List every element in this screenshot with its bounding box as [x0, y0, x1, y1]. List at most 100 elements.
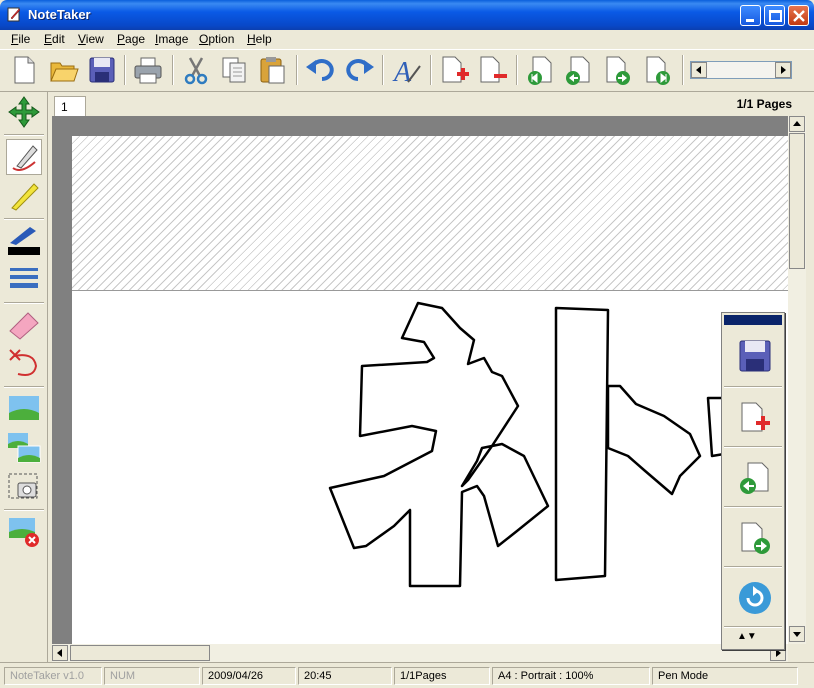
insert-image-icon — [9, 396, 39, 420]
floating-toolbar[interactable]: ▲▼ — [721, 312, 785, 650]
lasso-delete-icon — [9, 349, 38, 376]
previous-page-icon — [740, 462, 769, 494]
eraser-tool-button[interactable] — [6, 307, 42, 343]
vertical-scrollbar[interactable] — [788, 116, 806, 644]
menu-edit[interactable]: Edit — [44, 32, 65, 46]
new-file-icon — [14, 56, 35, 84]
save-button[interactable] — [86, 54, 118, 86]
line-width-button[interactable] — [6, 262, 42, 298]
last-page-icon — [646, 56, 670, 85]
menu-option[interactable]: Option — [199, 32, 234, 46]
scroll-left-button[interactable] — [691, 62, 707, 78]
handwritten-stroke — [328, 301, 728, 588]
scroll-right-button[interactable] — [775, 62, 791, 78]
screen-capture-icon — [8, 473, 38, 499]
vertical-scroll-thumb[interactable] — [789, 133, 805, 269]
first-page-button[interactable] — [524, 54, 556, 86]
menu-page[interactable]: Page — [117, 32, 145, 46]
undo-button[interactable] — [304, 54, 336, 86]
new-file-button[interactable] — [8, 54, 40, 86]
cut-icon — [184, 57, 208, 85]
canvas-area[interactable] — [52, 116, 788, 644]
status-bar: NoteTaker v1.0 NUM 2009/04/26 20:45 1/1P… — [0, 662, 814, 688]
print-icon — [134, 57, 162, 84]
move-tool-button[interactable] — [6, 94, 42, 130]
save-icon — [739, 340, 771, 372]
copy-button[interactable] — [218, 54, 250, 86]
image-list-button[interactable] — [6, 430, 42, 466]
brush-color-button[interactable] — [6, 223, 42, 259]
float-refresh-button[interactable] — [728, 571, 780, 623]
menu-image[interactable]: Image — [155, 32, 188, 46]
title-bar[interactable]: NoteTaker — [0, 0, 814, 30]
horizontal-scrollbar[interactable] — [52, 644, 788, 662]
menu-help[interactable]: Help — [247, 32, 272, 46]
refresh-icon — [739, 582, 771, 614]
window-title: NoteTaker — [28, 7, 91, 22]
move-icon — [8, 96, 40, 128]
delete-page-button[interactable] — [476, 54, 508, 86]
note-page[interactable] — [72, 136, 788, 644]
status-app-version: NoteTaker v1.0 — [4, 667, 102, 685]
copy-icon — [222, 57, 246, 83]
menu-bar: File Edit View Page Image Option Help — [0, 30, 814, 49]
next-page-icon — [606, 56, 630, 85]
next-page-button[interactable] — [602, 54, 634, 86]
font-button[interactable]: A — [390, 54, 422, 88]
toolbar: A — [0, 49, 814, 92]
highlighter-icon — [11, 183, 39, 211]
save-icon — [89, 57, 115, 83]
add-page-icon — [442, 56, 469, 83]
maximize-button[interactable] — [764, 5, 785, 26]
open-button[interactable] — [48, 54, 80, 86]
close-button[interactable] — [788, 5, 809, 26]
previous-page-icon — [566, 56, 590, 85]
menu-view[interactable]: View — [78, 32, 104, 46]
last-page-button[interactable] — [642, 54, 674, 86]
redo-icon — [346, 59, 374, 81]
paste-button[interactable] — [256, 54, 288, 86]
next-page-icon — [741, 522, 770, 554]
status-numlock: NUM — [104, 667, 200, 685]
highlighter-tool-button[interactable] — [6, 178, 42, 214]
scroll-up-button[interactable] — [789, 116, 805, 132]
horizontal-scroll-thumb[interactable] — [70, 645, 210, 661]
page-tab[interactable]: 1 — [54, 96, 86, 116]
image-list-icon — [8, 433, 41, 463]
delete-page-icon — [480, 56, 507, 83]
tool-panel — [0, 92, 48, 662]
screen-capture-button[interactable] — [6, 469, 42, 505]
scroll-left-button[interactable] — [52, 645, 68, 661]
notetaker-app-icon — [7, 7, 21, 22]
insert-image-button[interactable] — [6, 391, 42, 427]
cut-button[interactable] — [180, 54, 212, 86]
float-next-page-button[interactable] — [728, 511, 780, 563]
pen-tool-button[interactable] — [6, 139, 42, 175]
float-add-page-button[interactable] — [728, 391, 780, 443]
add-page-icon — [741, 402, 770, 432]
remove-image-icon — [9, 518, 39, 547]
redo-button[interactable] — [344, 54, 376, 86]
toolbar-scroller[interactable] — [690, 61, 792, 79]
previous-page-button[interactable] — [562, 54, 594, 86]
status-mode: Pen Mode — [652, 667, 798, 685]
float-collapse-arrows[interactable]: ▲▼ — [737, 631, 757, 642]
remove-image-button[interactable] — [6, 514, 42, 550]
float-save-button[interactable] — [728, 329, 780, 381]
status-time: 20:45 — [298, 667, 392, 685]
print-button[interactable] — [132, 54, 164, 86]
undo-icon — [306, 59, 334, 81]
eraser-icon — [9, 312, 39, 340]
font-icon: A — [392, 57, 421, 88]
minimize-button[interactable] — [740, 5, 761, 26]
status-date: 2009/04/26 — [202, 667, 296, 685]
menu-file[interactable]: File — [11, 32, 30, 46]
add-page-button[interactable] — [438, 54, 470, 86]
lasso-delete-button[interactable] — [6, 346, 42, 382]
paste-icon — [260, 57, 285, 84]
scroll-down-button[interactable] — [789, 626, 805, 642]
float-previous-page-button[interactable] — [728, 451, 780, 503]
open-folder-icon — [50, 62, 79, 82]
floating-toolbar-caption[interactable] — [724, 315, 782, 325]
page-tab-bar: 1 1/1 Pages — [48, 92, 814, 116]
